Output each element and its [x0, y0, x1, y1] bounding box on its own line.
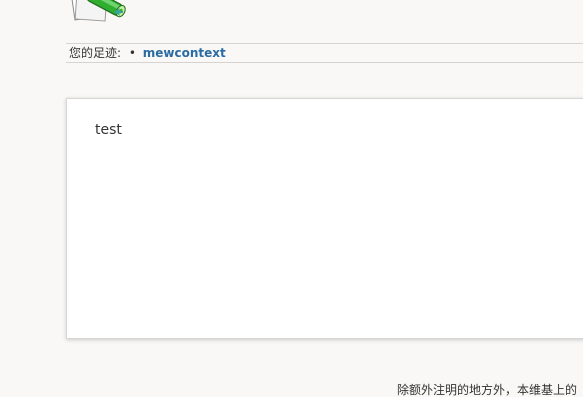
- breadcrumb-label: 您的足迹:: [69, 46, 122, 60]
- wiki-scroll-logo-icon: [70, 0, 126, 22]
- page-body-text: test: [95, 122, 122, 138]
- breadcrumb-link-mewcontext[interactable]: mewcontext: [143, 46, 226, 60]
- breadcrumb-separator: •: [128, 46, 136, 60]
- site-logo[interactable]: [70, 0, 136, 24]
- page: 您的足迹: • mewcontext test 除额外注明的地方外，本维基上的: [0, 0, 583, 397]
- breadcrumb: 您的足迹: • mewcontext: [66, 43, 583, 63]
- footer-license-text: 除额外注明的地方外，本维基上的: [397, 383, 578, 397]
- content-panel: test: [66, 98, 583, 339]
